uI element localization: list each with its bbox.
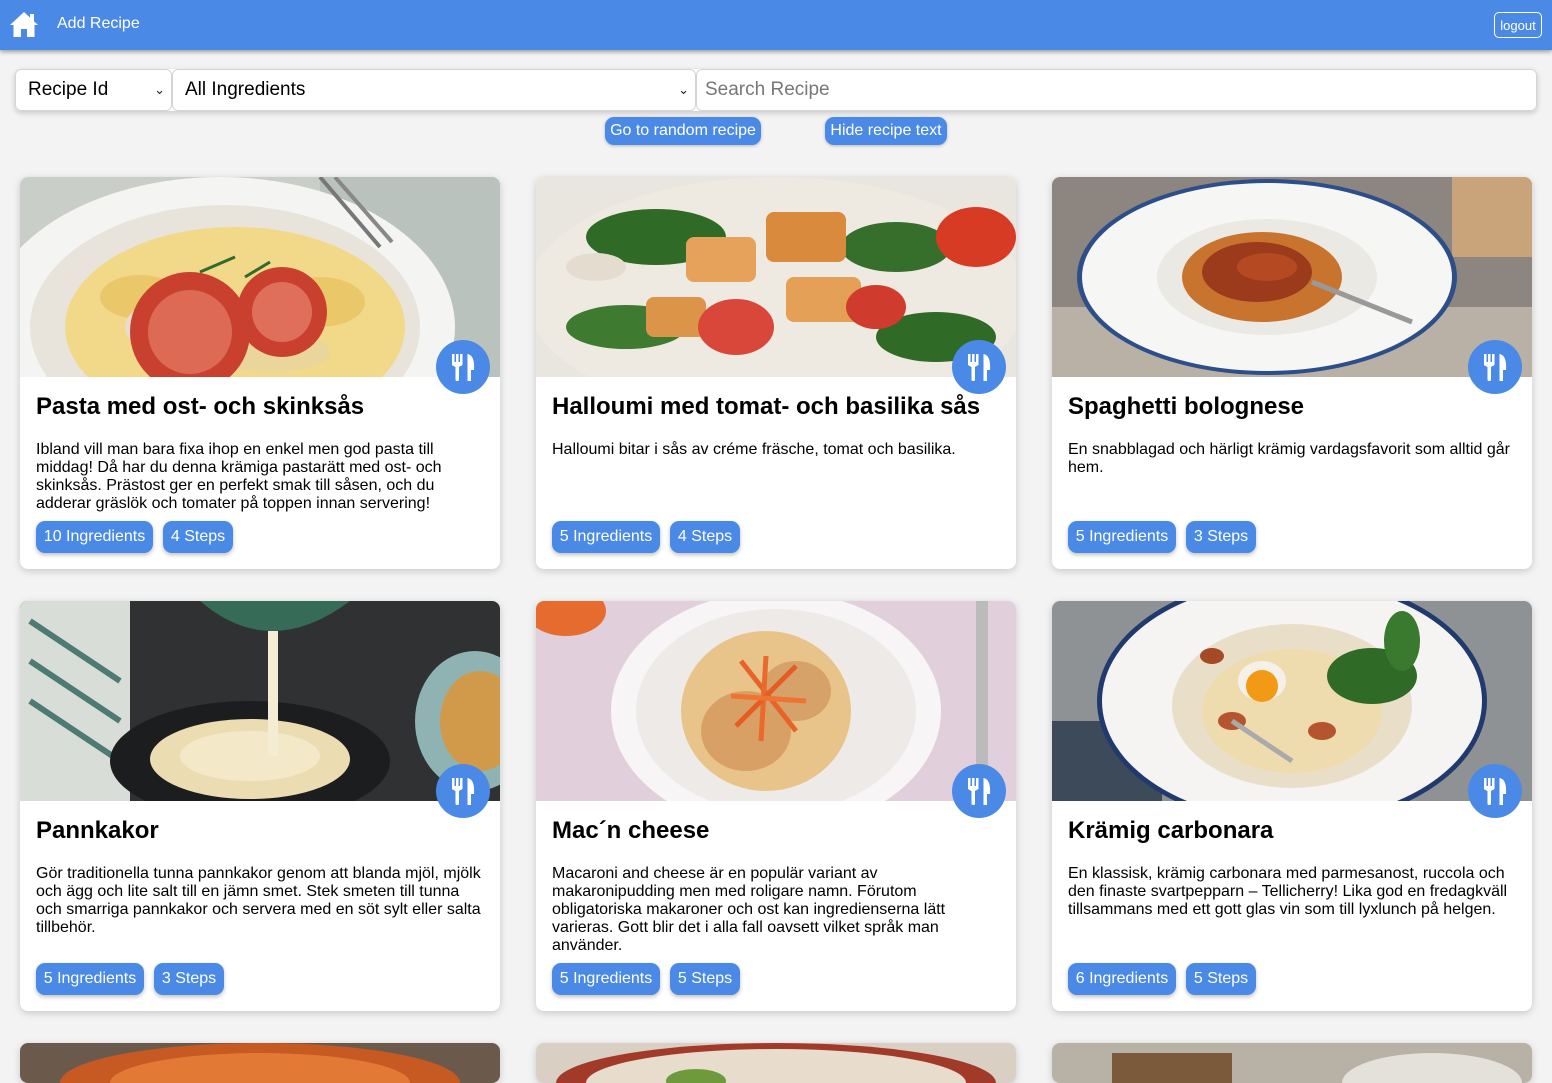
ingredients-count-button[interactable]: 5 Ingredients	[552, 963, 660, 995]
ingredients-count-button[interactable]: 5 Ingredients	[1068, 521, 1176, 553]
ingredient-select-value: All Ingredients	[185, 79, 306, 100]
recipe-title: Halloumi med tomat- och basilika sås	[552, 393, 981, 420]
hide-recipe-text-button[interactable]: Hide recipe text	[825, 117, 947, 145]
random-recipe-button[interactable]: Go to random recipe	[605, 117, 761, 145]
sort-select-value: Recipe Id	[28, 79, 109, 100]
recipe-photo[interactable]	[536, 1043, 1016, 1083]
logout-button[interactable]: logout	[1494, 12, 1542, 38]
recipe-card[interactable]	[20, 1043, 500, 1083]
recipe-description: Macaroni and cheese är en populär varian…	[552, 865, 946, 954]
sort-select[interactable]: Recipe Id ⌄	[15, 69, 172, 111]
fork-knife-icon[interactable]	[952, 764, 1006, 818]
recipe-card[interactable]: Halloumi med tomat- och basilika sås Hal…	[536, 177, 1016, 569]
add-recipe-link[interactable]: Add Recipe	[57, 15, 140, 33]
recipe-description: Ibland vill man bara fixa ihop en enkel …	[36, 441, 442, 512]
recipe-card[interactable]: Mac´n cheese Macaroni and cheese är en p…	[536, 601, 1016, 1011]
steps-count-button[interactable]: 4 Steps	[670, 521, 740, 553]
recipe-title: Mac´n cheese	[552, 817, 710, 844]
pasta-photo[interactable]	[20, 177, 500, 377]
steps-count-button[interactable]: 3 Steps	[1186, 521, 1256, 553]
search-input[interactable]	[696, 69, 1537, 111]
ingredient-select[interactable]: All Ingredients ⌄	[172, 69, 696, 111]
mac-cheese-photo[interactable]	[536, 601, 1016, 801]
recipe-photo[interactable]	[20, 1043, 500, 1083]
chevron-down-icon: ⌄	[154, 82, 165, 97]
recipe-card[interactable]: Spaghetti bolognese En snabblagad och hä…	[1052, 177, 1532, 569]
fork-knife-icon[interactable]	[436, 764, 490, 818]
recipe-title: Pannkakor	[36, 817, 159, 844]
carbonara-photo[interactable]	[1052, 601, 1532, 801]
steps-count-button[interactable]: 3 Steps	[154, 963, 224, 995]
fork-knife-icon[interactable]	[1468, 340, 1522, 394]
recipe-card[interactable]	[1052, 1043, 1532, 1083]
top-bar: Add Recipe logout	[0, 0, 1552, 50]
ingredients-count-button[interactable]: 6 Ingredients	[1068, 963, 1176, 995]
recipe-card[interactable]: Pannkakor Gör traditionella tunna pannka…	[20, 601, 500, 1011]
recipe-title: Krämig carbonara	[1068, 817, 1274, 844]
recipe-title: Pasta med ost- och skinksås	[36, 393, 365, 420]
ingredients-count-button[interactable]: 5 Ingredients	[36, 963, 144, 995]
fork-knife-icon[interactable]	[436, 340, 490, 394]
ingredients-count-button[interactable]: 10 Ingredients	[36, 521, 153, 553]
recipe-card[interactable]: Krämig carbonara En klassisk, krämig car…	[1052, 601, 1532, 1011]
fork-knife-icon[interactable]	[1468, 764, 1522, 818]
steps-count-button[interactable]: 5 Steps	[1186, 963, 1256, 995]
recipe-description: En snabblagad och härligt krämig vardags…	[1068, 441, 1511, 476]
search-bar: Recipe Id ⌄ All Ingredients ⌄	[15, 69, 1537, 111]
chevron-down-icon: ⌄	[678, 82, 689, 97]
spaghetti-photo[interactable]	[1052, 177, 1532, 377]
recipe-title: Spaghetti bolognese	[1068, 393, 1305, 420]
recipe-description: En klassisk, krämig carbonara med parmes…	[1068, 865, 1508, 918]
recipe-card[interactable]	[536, 1043, 1016, 1083]
ingredients-count-button[interactable]: 5 Ingredients	[552, 521, 660, 553]
steps-count-button[interactable]: 5 Steps	[670, 963, 740, 995]
fork-knife-icon[interactable]	[952, 340, 1006, 394]
recipe-description: Gör traditionella tunna pannkakor genom …	[36, 865, 481, 936]
recipe-description: Halloumi bitar i sås av créme fräsche, t…	[552, 441, 956, 458]
recipe-photo[interactable]	[1052, 1043, 1532, 1083]
recipe-card[interactable]: Pasta med ost- och skinksås Ibland vill …	[20, 177, 500, 569]
home-icon[interactable]	[9, 9, 39, 39]
halloumi-photo[interactable]	[536, 177, 1016, 377]
pancake-photo[interactable]	[20, 601, 500, 801]
steps-count-button[interactable]: 4 Steps	[163, 521, 233, 553]
